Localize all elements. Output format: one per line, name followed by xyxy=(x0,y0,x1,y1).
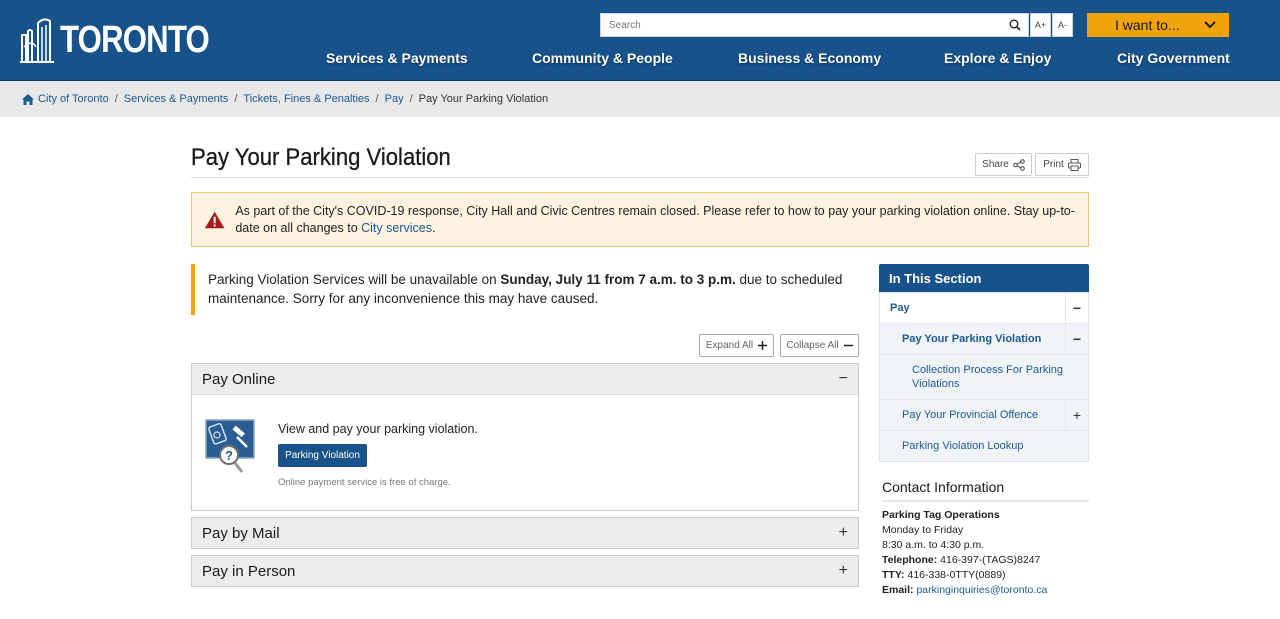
notice-date: Sunday, July 11 from 7 a.m. to 3 p.m. xyxy=(500,272,736,287)
email-link[interactable]: parkinginquiries@toronto.ca xyxy=(916,584,1047,596)
parking-violation-icon: ? xyxy=(205,419,255,473)
printer-icon xyxy=(1067,158,1081,171)
warning-icon xyxy=(204,211,225,228)
collapse-all-button[interactable]: Collapse All xyxy=(780,334,859,357)
section-item-label[interactable]: Pay Your Parking Violation xyxy=(880,324,1065,354)
page-title: Pay Your Parking Violation xyxy=(191,144,451,171)
section-item-label[interactable]: Collection Process For Parking Violation… xyxy=(880,355,1088,399)
breadcrumb-current: Pay Your Parking Violation xyxy=(418,93,549,105)
contact-days: Monday to Friday xyxy=(882,524,964,536)
nav-services-payments[interactable]: Services & Payments xyxy=(326,50,468,66)
section-heading: In This Section xyxy=(879,264,1089,292)
parking-violation-button[interactable]: Parking Violation xyxy=(278,444,367,467)
breadcrumb-separator: / xyxy=(234,93,238,105)
notice-text: Parking Violation Services will be unava… xyxy=(208,272,501,287)
expand-all-button[interactable]: Expand All xyxy=(699,334,774,357)
telephone-value: 416-397-(TAGS)8247 xyxy=(940,554,1041,566)
breadcrumb-tickets-fines[interactable]: Tickets, Fines & Penalties xyxy=(243,93,369,105)
share-label: Share xyxy=(982,159,1009,170)
section-item-label[interactable]: Pay xyxy=(880,293,1065,323)
city-services-link[interactable]: City services xyxy=(361,221,432,235)
nav-city-government[interactable]: City Government xyxy=(1117,50,1230,66)
in-this-section: In This Section Pay − Pay Your Parking V… xyxy=(879,264,1089,462)
section-item-label[interactable]: Pay Your Provincial Offence xyxy=(880,400,1065,430)
accordion-pay-in-person: Pay in Person + xyxy=(191,555,859,587)
breadcrumb-separator: / xyxy=(409,93,413,105)
section-list: Pay − Pay Your Parking Violation − Colle… xyxy=(879,292,1089,462)
expand-icon[interactable]: + xyxy=(839,562,848,580)
nav-community-people[interactable]: Community & People xyxy=(532,50,673,66)
expand-all-label: Expand All xyxy=(705,340,754,351)
plus-icon xyxy=(758,341,768,350)
accordion-body: ? View and pay your parking violation. P… xyxy=(192,394,858,510)
payment-note: Online payment service is free of charge… xyxy=(278,477,451,488)
alert-text: As part of the City's COVID-19 response,… xyxy=(235,203,1088,237)
accordion-header[interactable]: Pay by Mail + xyxy=(192,518,858,548)
alert-period: . xyxy=(431,220,436,235)
font-increase-button[interactable]: A+ xyxy=(1030,13,1051,37)
share-button[interactable]: Share xyxy=(975,153,1032,176)
search-input[interactable] xyxy=(601,14,1002,36)
svg-text:?: ? xyxy=(225,448,233,463)
print-label: Print xyxy=(1043,159,1064,170)
section-item-violation-lookup[interactable]: Parking Violation Lookup xyxy=(880,430,1088,461)
accordion-title: Pay by Mail xyxy=(202,524,280,542)
font-decrease-button[interactable]: A- xyxy=(1052,13,1073,37)
breadcrumb-services-payments[interactable]: Services & Payments xyxy=(124,93,229,105)
breadcrumb-pay[interactable]: Pay xyxy=(385,93,404,105)
collapse-icon[interactable]: − xyxy=(839,370,848,388)
collapse-icon[interactable]: − xyxy=(1065,293,1088,323)
chevron-down-icon xyxy=(1204,21,1216,29)
search-icon xyxy=(1009,19,1021,31)
nav-business-economy[interactable]: Business & Economy xyxy=(738,50,881,66)
accordion-header[interactable]: Pay Online − xyxy=(192,364,858,394)
accordion-title: Pay in Person xyxy=(202,562,296,580)
collapse-all-label: Collapse All xyxy=(786,340,839,351)
section-item-label[interactable]: Parking Violation Lookup xyxy=(880,431,1088,461)
breadcrumb-separator: / xyxy=(375,93,379,105)
tty-label: TTY: xyxy=(882,569,905,581)
accordion-header[interactable]: Pay in Person + xyxy=(192,556,858,586)
contact-information: Contact Information Parking Tag Operatio… xyxy=(882,479,1089,598)
contact-body: Parking Tag Operations Monday to Friday … xyxy=(882,508,1089,598)
accordion-pay-online: Pay Online − ? View and pay your parking… xyxy=(191,363,859,511)
accordion-title: Pay Online xyxy=(202,370,276,388)
accordion-pay-by-mail: Pay by Mail + xyxy=(191,517,859,549)
covid-alert: As part of the City's COVID-19 response,… xyxy=(191,192,1089,247)
section-item-pay-parking-violation[interactable]: Pay Your Parking Violation − xyxy=(880,323,1088,354)
print-button[interactable]: Print xyxy=(1035,153,1089,176)
contact-hours: 8:30 a.m. to 4:30 p.m. xyxy=(882,539,985,551)
maintenance-notice: Parking Violation Services will be unava… xyxy=(191,264,861,315)
share-icon xyxy=(1013,158,1025,171)
expand-icon[interactable]: + xyxy=(1065,400,1088,430)
search-box xyxy=(600,13,1029,37)
contact-heading: Contact Information xyxy=(882,479,1089,502)
collapse-icon[interactable]: − xyxy=(1065,324,1088,354)
search-button[interactable] xyxy=(1002,14,1028,36)
tty-value: 416-338-0TTY(0889) xyxy=(907,569,1006,581)
section-item-provincial-offence[interactable]: Pay Your Provincial Offence + xyxy=(880,399,1088,430)
i-want-to-label: I want to... xyxy=(1115,17,1180,33)
site-header: TORONTO A+ A- I want to... Services & Pa… xyxy=(0,0,1280,81)
breadcrumb-separator: / xyxy=(114,93,118,105)
breadcrumb-city-of-toronto[interactable]: City of Toronto xyxy=(38,93,109,105)
accordion-description: View and pay your parking violation. xyxy=(278,422,478,436)
main-nav: Services & Payments Community & People B… xyxy=(0,50,1280,70)
breadcrumb: City of Toronto / Services & Payments / … xyxy=(0,81,1280,117)
minus-icon xyxy=(843,344,853,347)
telephone-label: Telephone: xyxy=(882,554,938,566)
contact-org: Parking Tag Operations xyxy=(882,509,1000,521)
home-icon[interactable] xyxy=(22,93,34,105)
section-item-pay[interactable]: Pay − xyxy=(880,292,1088,323)
nav-explore-enjoy[interactable]: Explore & Enjoy xyxy=(944,50,1051,66)
email-label: Email: xyxy=(882,584,914,596)
section-item-collection-process[interactable]: Collection Process For Parking Violation… xyxy=(880,354,1088,399)
title-divider xyxy=(191,177,1089,178)
i-want-to-dropdown[interactable]: I want to... xyxy=(1087,13,1229,37)
expand-icon[interactable]: + xyxy=(839,524,848,542)
